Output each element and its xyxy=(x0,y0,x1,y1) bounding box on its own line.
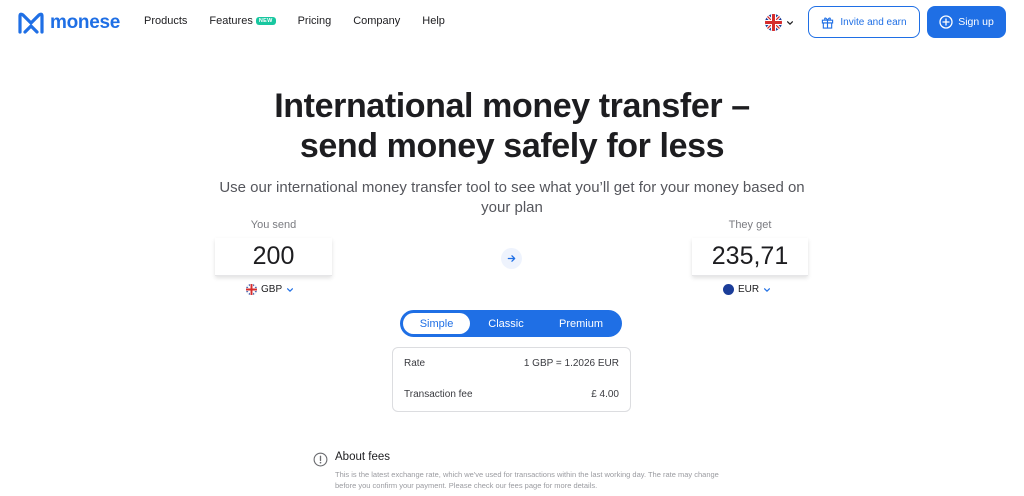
menu-item-products[interactable]: Products xyxy=(144,15,187,27)
headline-line-1: International money transfer – xyxy=(274,87,750,125)
they-get-label: They get xyxy=(728,219,772,231)
about-fees-heading: About fees xyxy=(335,451,390,463)
convert-direction-button[interactable] xyxy=(501,248,522,269)
info-icon xyxy=(313,452,328,467)
receive-currency-selector[interactable]: EUR xyxy=(723,284,771,295)
sign-up-label: Sign up xyxy=(958,16,994,28)
chevron-down-icon xyxy=(787,20,793,25)
plan-toggle: Simple Classic Premium xyxy=(400,310,622,337)
page-title: International money transfer – send mone… xyxy=(0,86,1024,166)
headline-line-2: send money safely for less xyxy=(299,127,725,165)
uk-flag-icon xyxy=(246,284,257,295)
receive-currency-code: EUR xyxy=(738,284,760,295)
plan-tab-premium[interactable]: Premium xyxy=(546,310,616,337)
logo-text: monese xyxy=(50,12,121,33)
about-fees-text: This is the latest exchange rate, which … xyxy=(335,470,719,490)
menu-item-label: Company xyxy=(353,15,401,27)
top-navigation: monese Products Features NEW Pricing Comp… xyxy=(0,0,1024,46)
main-menu: Products Features NEW Pricing Company Hel… xyxy=(144,15,467,27)
rate-label: Rate xyxy=(404,358,426,369)
send-currency-code: GBP xyxy=(261,284,283,295)
invite-label: Invite and earn xyxy=(840,16,907,28)
plan-tab-simple[interactable]: Simple xyxy=(403,313,470,334)
sign-up-button[interactable]: Sign up xyxy=(927,6,1006,38)
menu-item-label: Help xyxy=(422,15,445,27)
send-amount-input[interactable]: 200 xyxy=(215,238,332,276)
arrow-right-icon xyxy=(507,255,516,262)
rate-row: Rate 1 GBP = 1.2026 EUR xyxy=(404,358,619,369)
you-send-label: You send xyxy=(250,219,297,231)
chevron-down-icon xyxy=(764,287,771,292)
fee-value: £ 4.00 xyxy=(591,389,619,400)
new-badge: NEW xyxy=(255,17,276,25)
monese-logo[interactable]: monese xyxy=(18,12,120,34)
menu-item-company[interactable]: Company xyxy=(353,15,400,27)
page-subtitle: Use our international money transfer too… xyxy=(219,179,805,216)
eu-flag-icon xyxy=(723,284,734,295)
rate-summary-card: Rate 1 GBP = 1.2026 EUR Transaction fee … xyxy=(392,347,631,412)
fee-row: Transaction fee £ 4.00 xyxy=(404,389,619,400)
fee-label: Transaction fee xyxy=(404,389,473,400)
rate-value: 1 GBP = 1.2026 EUR xyxy=(523,358,619,369)
language-selector[interactable] xyxy=(765,14,794,31)
menu-item-label: Features xyxy=(209,15,253,27)
menu-item-pricing[interactable]: Pricing xyxy=(298,15,332,27)
gift-icon xyxy=(822,17,834,29)
chevron-down-icon xyxy=(287,287,294,292)
menu-item-label: Pricing xyxy=(297,15,332,27)
menu-item-features[interactable]: Features NEW xyxy=(209,15,276,27)
invite-and-earn-button[interactable]: Invite and earn xyxy=(808,6,920,38)
receive-amount-field[interactable]: 235,71 xyxy=(692,238,808,276)
monese-logo-icon xyxy=(18,12,44,34)
uk-flag-icon xyxy=(765,14,782,31)
send-currency-selector[interactable]: GBP xyxy=(246,284,294,295)
plus-circle-icon xyxy=(939,15,953,29)
menu-item-help[interactable]: Help xyxy=(422,15,445,27)
plan-tab-classic[interactable]: Classic xyxy=(477,310,535,337)
menu-item-label: Products xyxy=(144,15,188,27)
